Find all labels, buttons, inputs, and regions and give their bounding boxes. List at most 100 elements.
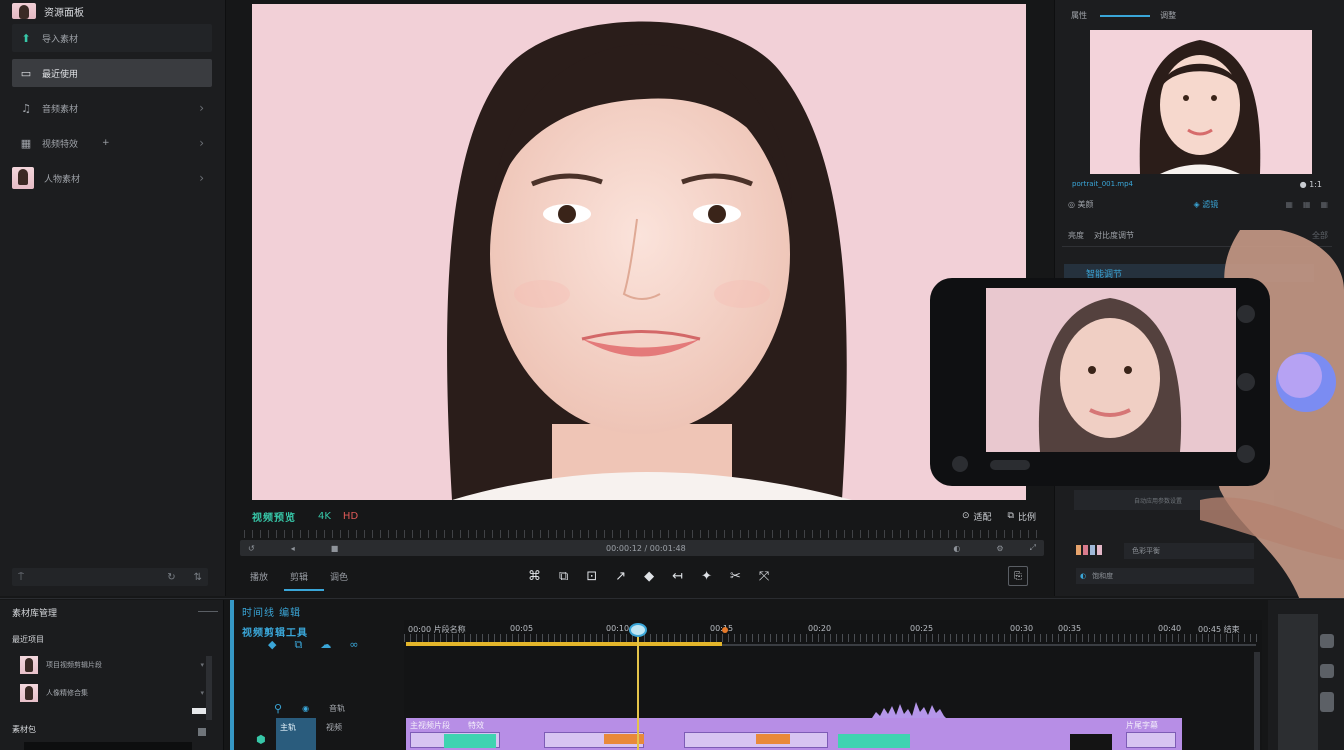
sidebar-item-recent[interactable]: ▭ 最近使用	[12, 59, 212, 87]
cloud-icon[interactable]: ☁	[320, 638, 331, 652]
timecode: 00:00:12 / 00:01:48	[606, 543, 686, 553]
record-badge[interactable]: HD	[343, 511, 358, 522]
audio-waveform	[872, 702, 946, 718]
clip-segment-orange[interactable]	[756, 734, 790, 744]
aspect-info[interactable]: ● 1:1	[1300, 180, 1322, 189]
filter-option[interactable]: ◈ 滤镜	[1194, 199, 1219, 210]
color-swatches[interactable]	[1076, 545, 1102, 555]
quality-badge[interactable]: 4K	[318, 511, 331, 522]
tab-color[interactable]: 调色	[330, 570, 348, 583]
preview-scrubber[interactable]: ↺ ◂ ■ 00:00:12 / 00:01:48 ◐ ⚙ ⤢	[240, 540, 1044, 556]
grid-icon[interactable]: ▦	[1285, 200, 1293, 209]
phone-overlay	[930, 278, 1336, 486]
library-option-icon[interactable]	[198, 728, 206, 736]
main-track-block[interactable]: 主轨	[276, 718, 316, 750]
library-scrollbar[interactable]	[206, 656, 212, 720]
solo-icon[interactable]	[1320, 664, 1334, 678]
chevron-right-icon: ›	[199, 136, 204, 150]
sort-icon[interactable]: ⇅	[194, 572, 202, 583]
effect-tool-icon[interactable]: ✦	[701, 569, 712, 584]
work-area-remaining	[722, 644, 1256, 646]
fullscreen-icon[interactable]: ⤢	[1030, 543, 1036, 553]
library-subtitle: 最近项目	[12, 635, 44, 644]
magic-tool-icon[interactable]: ⌘	[528, 569, 541, 584]
tab-edit[interactable]: 剪辑	[290, 570, 308, 583]
clip-thumbnail	[1090, 30, 1312, 174]
prev-icon[interactable]: ◂	[291, 544, 295, 553]
preview-ruler	[244, 530, 1040, 538]
split-tool-icon[interactable]: ⤧	[759, 569, 769, 584]
sidebar-item-effects[interactable]: ▦ 视频特效 + ›	[12, 129, 212, 157]
marker-icon[interactable]: ◆	[268, 638, 276, 652]
refresh-icon[interactable]: ↻	[167, 572, 175, 583]
clip-filename: portrait_001.mp4	[1072, 180, 1134, 188]
volume-icon[interactable]: ◐	[953, 544, 960, 553]
gap-segment[interactable]	[1070, 734, 1112, 750]
video-preview-canvas[interactable]	[252, 4, 1026, 500]
filter-icon[interactable]: ⍑	[18, 572, 24, 583]
video-clip-track[interactable]	[406, 718, 1182, 750]
cut-tool-icon[interactable]: ✂	[730, 569, 741, 584]
portrait-image	[252, 4, 1026, 500]
clip-segment-green[interactable]	[838, 734, 910, 748]
clip-segment[interactable]	[1126, 732, 1176, 748]
tab-play[interactable]: 播放	[250, 570, 268, 583]
property-row-beauty: ◎ 美颜 ◈ 滤镜 ▦ ▦ ▦	[1068, 197, 1328, 211]
ruler-label: 00:10	[606, 624, 630, 633]
audio-icon: ♫	[21, 101, 31, 115]
playhead[interactable]	[637, 630, 639, 750]
swatch[interactable]	[1083, 545, 1088, 555]
beauty-option[interactable]: ◎ 美颜	[1068, 199, 1094, 210]
grid-icon[interactable]: ▦	[1303, 200, 1311, 209]
fit-control[interactable]: ⊙ 适配	[962, 510, 992, 523]
ruler-label: 00:35	[1058, 624, 1082, 633]
playhead-handle[interactable]	[629, 623, 647, 637]
mute-icon[interactable]	[1320, 692, 1334, 712]
marker-tool-icon[interactable]: ◆	[644, 569, 654, 584]
snap-icon[interactable]: ⧉	[294, 638, 302, 652]
ratio-control[interactable]: ⧉ 比例	[1008, 510, 1036, 523]
thumbnail-portrait	[1090, 30, 1312, 174]
loop-icon[interactable]: ↺	[248, 544, 255, 553]
tab-properties[interactable]: 属性	[1071, 11, 1087, 20]
ruler-label: 00:20	[808, 624, 832, 633]
pin-icon[interactable]: ⚲	[274, 702, 282, 715]
tab-adjust[interactable]: 调整	[1160, 11, 1176, 20]
sidebar-item-portrait[interactable]: 人物素材 ›	[12, 164, 212, 192]
pin-icon[interactable]	[1320, 634, 1334, 648]
swatch[interactable]	[1097, 545, 1102, 555]
add-icon[interactable]: +	[102, 138, 110, 148]
library-toggle[interactable]	[192, 708, 206, 714]
preview-tabs: 播放 剪辑 调色	[240, 570, 348, 591]
timeline-ruler[interactable]	[404, 634, 1260, 642]
export-icon[interactable]: ⎘	[1008, 566, 1028, 586]
stop-icon[interactable]: ■	[331, 544, 339, 553]
timeline-subtitle: 视频剪辑工具	[242, 628, 308, 639]
swatch[interactable]	[1090, 545, 1095, 555]
link-icon[interactable]: ∞	[349, 638, 358, 652]
sidebar-item-import[interactable]: ⬆ 导入素材	[12, 24, 212, 52]
sidebar-item-audio[interactable]: ♫ 音频素材 ›	[12, 94, 212, 122]
grid-icon[interactable]: ▦	[1320, 200, 1328, 209]
eye-icon[interactable]: ◉	[302, 704, 309, 713]
timeline-scrollbar[interactable]	[1254, 652, 1260, 750]
layer-tool-icon[interactable]: ⧉	[559, 569, 568, 584]
marker-dot[interactable]	[722, 627, 728, 633]
track-lock-icon[interactable]: ⬢	[256, 733, 266, 746]
swatch[interactable]	[1076, 545, 1081, 555]
clip-segment-green[interactable]	[444, 734, 496, 748]
move-tool-icon[interactable]: ↗	[615, 569, 626, 584]
crop-tool-icon[interactable]: ⊡	[586, 569, 597, 584]
chevron-down-icon[interactable]: ▾	[200, 689, 204, 697]
list-item[interactable]: 人像精修合集 ▾	[20, 682, 204, 704]
fit-icon: ⊙	[961, 511, 970, 521]
recent-icon: ▭	[20, 66, 32, 80]
list-item[interactable]: 项目视频剪辑片段 ▾	[20, 654, 204, 676]
work-area-bar[interactable]	[406, 642, 722, 646]
settings-icon[interactable]: ⚙	[996, 544, 1003, 553]
preview-title: 视频预览	[252, 512, 296, 524]
chevron-down-icon[interactable]: ▾	[200, 661, 204, 669]
level-meter-panel	[1268, 600, 1344, 750]
collapse-icon[interactable]	[198, 611, 218, 612]
trim-tool-icon[interactable]: ↤	[672, 569, 683, 584]
